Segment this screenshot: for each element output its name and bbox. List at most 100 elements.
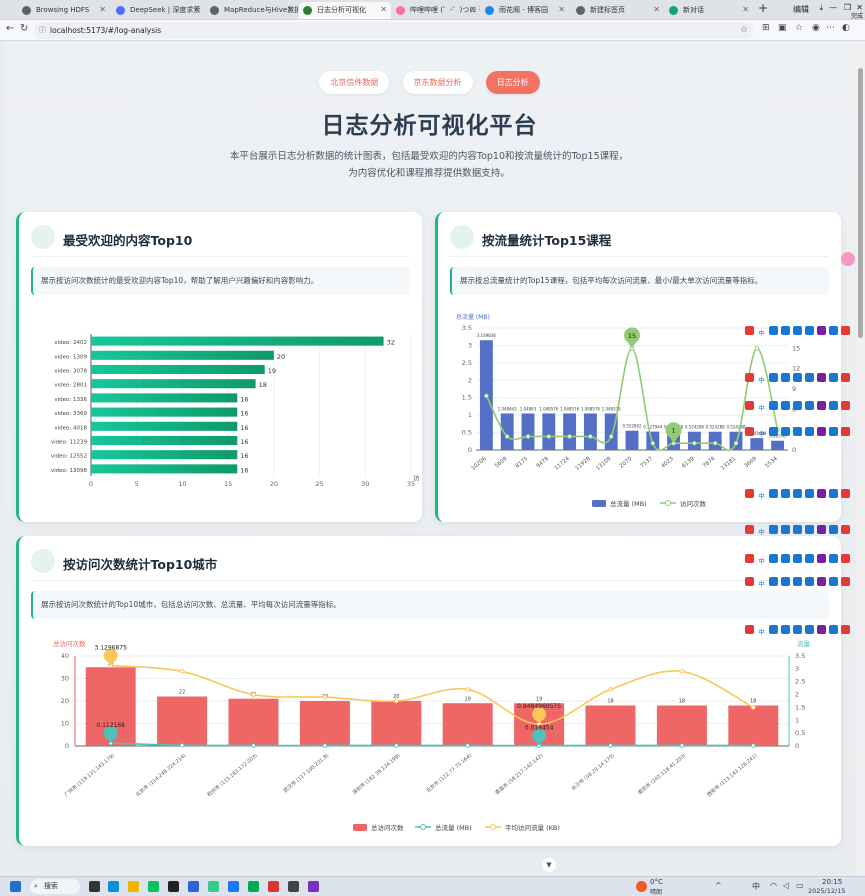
ime-more-icon[interactable] xyxy=(841,489,850,498)
scroll-down-icon[interactable]: ▼ xyxy=(542,858,556,872)
ime-lang-label[interactable]: 中 xyxy=(757,628,766,637)
ime-keyboard-icon[interactable] xyxy=(805,373,814,382)
ime-emoji-icon[interactable] xyxy=(781,577,790,586)
extensions-icon[interactable]: ⊞ xyxy=(762,23,770,33)
ime-toolbar[interactable]: 中 xyxy=(745,401,857,412)
reload-icon[interactable]: ↻ xyxy=(20,23,28,34)
ime-skin-icon[interactable] xyxy=(817,577,826,586)
ime-punct-icon[interactable] xyxy=(769,525,778,534)
page-scrollbar[interactable] xyxy=(856,42,865,876)
ime-skin-icon[interactable] xyxy=(817,373,826,382)
ime-logo-icon[interactable] xyxy=(745,489,754,498)
ime-punct-icon[interactable] xyxy=(769,625,778,634)
task-view-icon[interactable] xyxy=(89,881,100,892)
tray-chevron-icon[interactable]: ^ xyxy=(715,881,722,890)
ime-emoji-icon[interactable] xyxy=(781,525,790,534)
url-field[interactable]: ⓘ localhost:5173/#/log-analysis ☆ xyxy=(34,22,754,39)
copilot-icon[interactable]: ◐ xyxy=(842,23,850,33)
ime-punct-icon[interactable] xyxy=(769,373,778,382)
ime-more-icon[interactable] xyxy=(841,326,850,335)
nav-log-analysis[interactable]: 日志分析 xyxy=(485,71,540,94)
ime-toolbar[interactable]: 中 xyxy=(745,326,857,337)
collections-icon[interactable]: ☆ xyxy=(795,23,803,33)
close-tab-icon[interactable]: ✕ xyxy=(653,2,660,18)
ime-tray-label[interactable]: 中 xyxy=(752,881,760,892)
ime-keyboard-icon[interactable] xyxy=(805,525,814,534)
ime-toolbar[interactable]: 中 xyxy=(745,554,857,565)
assistant-bubble-icon[interactable] xyxy=(841,252,855,266)
ime-lang-label[interactable]: 中 xyxy=(757,580,766,589)
ime-voice-icon[interactable] xyxy=(793,326,802,335)
nav-beijing-letters[interactable]: 北京信件数据 xyxy=(319,71,390,94)
tab-new-tab[interactable]: 新建标签页 ✕ xyxy=(572,2,664,19)
ime-grid-icon[interactable] xyxy=(829,326,838,335)
chart-top10-content[interactable]: 0 5 10 15 20 25 30 35访video: 2402 32video: 1309 2… xyxy=(23,310,419,510)
ime-more-icon[interactable] xyxy=(841,525,850,534)
scrollbar-thumb[interactable] xyxy=(858,68,863,338)
download-icon[interactable]: ⤓ xyxy=(819,3,823,13)
ime-keyboard-icon[interactable] xyxy=(805,427,814,436)
new-tab-button[interactable]: + xyxy=(758,1,768,15)
ime-logo-icon[interactable] xyxy=(745,554,754,563)
ime-toolbar[interactable]: 中 xyxy=(745,525,857,536)
ime-skin-icon[interactable] xyxy=(817,489,826,498)
ime-voice-icon[interactable] xyxy=(793,554,802,563)
ime-logo-icon[interactable] xyxy=(745,401,754,410)
ime-more-icon[interactable] xyxy=(841,373,850,382)
tab-bilibili[interactable]: 哔哩哔哩 (゜-゜)つロ 干 ✕ xyxy=(392,2,480,19)
ime-grid-icon[interactable] xyxy=(829,525,838,534)
ime-skin-icon[interactable] xyxy=(817,326,826,335)
edge-icon[interactable] xyxy=(108,881,119,892)
ime-toolbar[interactable]: 中 xyxy=(745,625,857,636)
ime-lang-label[interactable]: 中 xyxy=(757,528,766,537)
ime-emoji-icon[interactable] xyxy=(781,554,790,563)
tab-new-chat[interactable]: 新对话 ✕ xyxy=(665,2,753,19)
ime-toolbar[interactable]: 中 xyxy=(745,373,857,384)
ime-lang-label[interactable]: 中 xyxy=(757,492,766,501)
tab-browsing-hdfs[interactable]: Browsing HDFS ✕ xyxy=(18,2,110,19)
chart-top10-cities[interactable]: 总访问次数流量01020304000.511.522.533.535广州市 (1… xyxy=(23,632,835,840)
ime-grid-icon[interactable] xyxy=(829,489,838,498)
file-explorer-icon[interactable] xyxy=(128,881,139,892)
ime-keyboard-icon[interactable] xyxy=(805,326,814,335)
ime-lang-label[interactable]: 中 xyxy=(757,404,766,413)
ime-punct-icon[interactable] xyxy=(769,489,778,498)
ime-more-icon[interactable] xyxy=(841,625,850,634)
ime-logo-icon[interactable] xyxy=(745,525,754,534)
restore-icon[interactable]: ❐ xyxy=(844,3,851,12)
ime-punct-icon[interactable] xyxy=(769,326,778,335)
app-icon[interactable] xyxy=(208,881,219,892)
ime-more-icon[interactable] xyxy=(841,401,850,410)
ime-emoji-icon[interactable] xyxy=(781,489,790,498)
ime-skin-icon[interactable] xyxy=(817,625,826,634)
windows-start-icon[interactable] xyxy=(10,881,21,892)
ime-voice-icon[interactable] xyxy=(793,373,802,382)
taskbar-search[interactable]: ⌕ 搜索 xyxy=(30,879,80,894)
ime-voice-icon[interactable] xyxy=(793,577,802,586)
ime-toolbar[interactable]: 中 xyxy=(745,427,857,438)
tab-log-analysis[interactable]: 日志分析可视化 ✕ xyxy=(299,2,391,19)
close-tab-icon[interactable]: ✕ xyxy=(469,2,476,18)
sidebar-icon[interactable]: ▣ xyxy=(778,23,787,33)
profile-icon[interactable]: ◉ xyxy=(812,23,820,33)
close-tab-icon[interactable]: ✕ xyxy=(193,2,200,18)
ime-voice-icon[interactable] xyxy=(793,625,802,634)
ime-lang-label[interactable]: 中 xyxy=(757,329,766,338)
ime-grid-icon[interactable] xyxy=(829,577,838,586)
ime-logo-icon[interactable] xyxy=(745,326,754,335)
back-icon[interactable]: ← xyxy=(6,23,14,34)
ime-keyboard-icon[interactable] xyxy=(805,577,814,586)
battery-icon[interactable]: ▭ xyxy=(796,881,804,890)
app-icon[interactable] xyxy=(248,881,259,892)
settings-menu-icon[interactable]: ⋯ xyxy=(826,23,835,33)
ime-skin-icon[interactable] xyxy=(817,401,826,410)
app-icon[interactable] xyxy=(288,881,299,892)
ime-voice-icon[interactable] xyxy=(793,489,802,498)
ime-lang-label[interactable]: 中 xyxy=(757,376,766,385)
star-icon[interactable]: ☆ xyxy=(740,22,748,39)
terminal-icon[interactable] xyxy=(168,881,179,892)
close-tab-icon[interactable]: ✕ xyxy=(742,2,749,18)
wifi-icon[interactable]: ◠ xyxy=(770,881,777,890)
ime-emoji-icon[interactable] xyxy=(781,625,790,634)
close-tab-icon[interactable]: ✕ xyxy=(380,2,387,18)
